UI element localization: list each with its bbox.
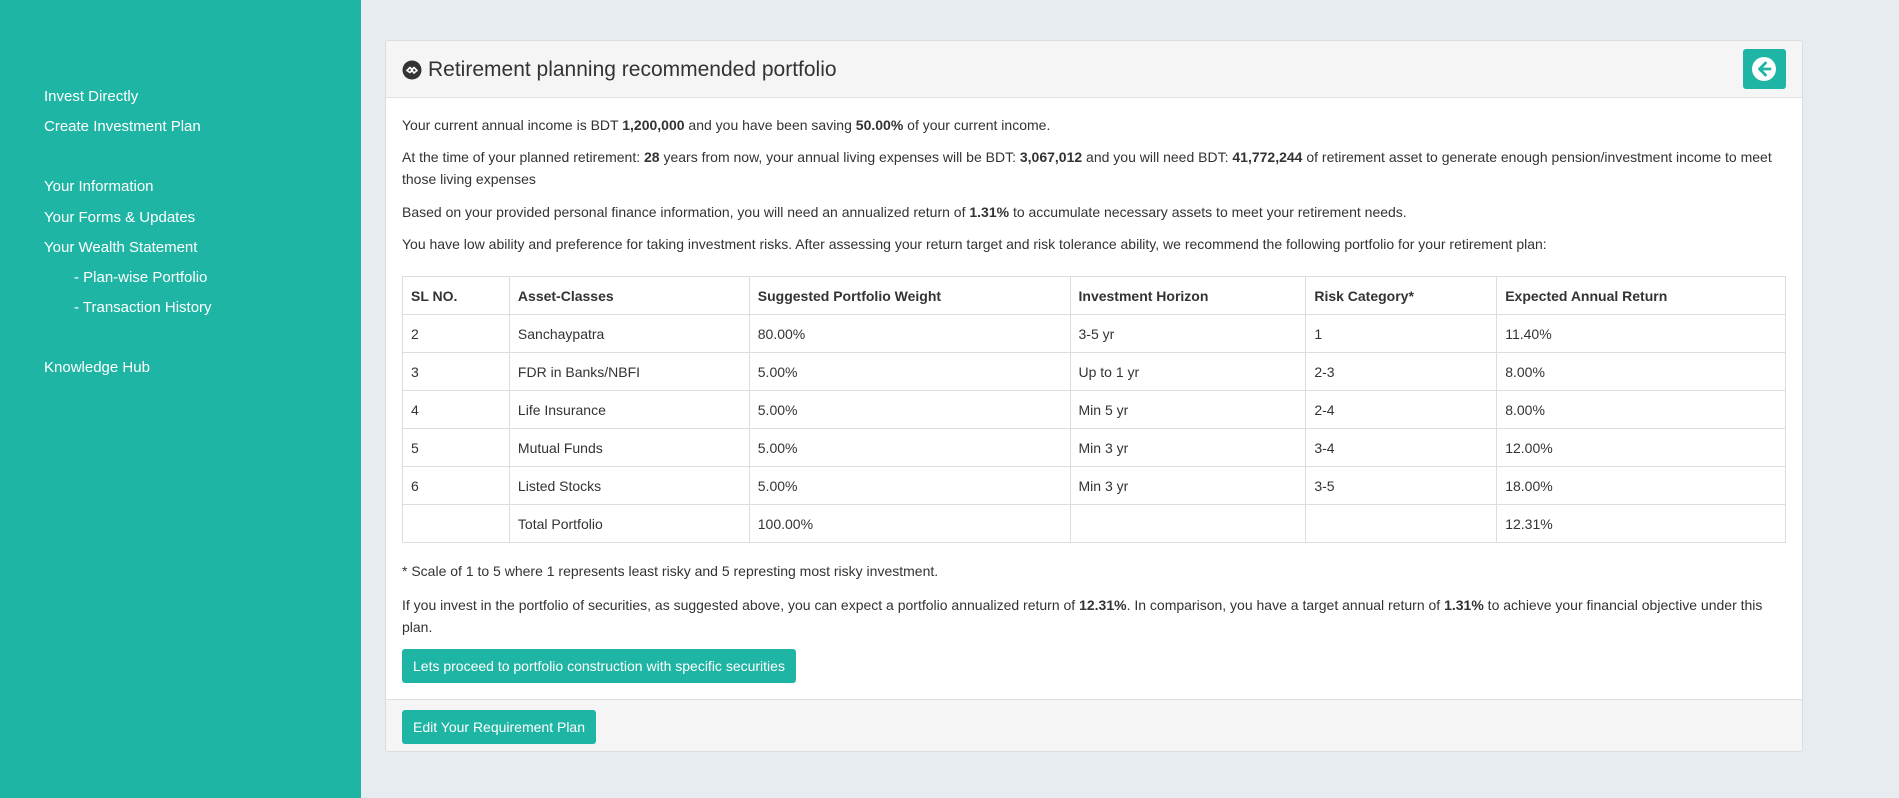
edit-requirement-plan-button[interactable]: Edit Your Requirement Plan <box>402 710 596 744</box>
cell-asset-class: Mutual Funds <box>508 428 750 467</box>
col-header-investment-horizon: Investment Horizon <box>1069 276 1307 315</box>
page-title: Retirement planning recommended portfoli… <box>428 58 837 81</box>
col-header-expected-return: Expected Annual Return <box>1496 276 1786 315</box>
return-comparison: If you invest in the portfolio of securi… <box>402 597 1763 635</box>
sidebar-item-forms-updates[interactable]: Your Forms & Updates <box>44 209 195 226</box>
sidebar-item-invest-directly[interactable]: Invest Directly <box>44 88 138 105</box>
cell-return: 12.00% <box>1496 428 1786 467</box>
cell-weight: 5.00% <box>748 428 1071 467</box>
cell-asset-class: Listed Stocks <box>508 466 750 505</box>
cell-horizon: Up to 1 yr <box>1069 352 1307 391</box>
required-return-summary: Based on your provided personal finance … <box>402 204 1407 220</box>
cell-asset-class: Total Portfolio <box>508 504 750 543</box>
retirement-asset-needed: 41,772,244 <box>1232 149 1303 165</box>
retirement-summary: At the time of your planned retirement: … <box>402 149 1772 187</box>
col-header-portfolio-weight: Suggested Portfolio Weight <box>748 276 1071 315</box>
cell-risk: 3-5 <box>1305 466 1498 505</box>
sidebar: Invest Directly Create Investment Plan Y… <box>0 0 361 798</box>
cell-weight: 5.00% <box>748 466 1071 505</box>
portfolio-table: SL NO. Asset-Classes Suggested Portfolio… <box>402 276 1786 543</box>
panel-header: Retirement planning recommended portfoli… <box>386 41 1802 98</box>
income-summary: Your current annual income is BDT 1,200,… <box>402 117 1051 133</box>
cell-sl-no <box>402 504 510 543</box>
annual-expenses: 3,067,012 <box>1019 149 1083 165</box>
table-row: 5 Mutual Funds 5.00% Min 3 yr 3-4 12.00% <box>402 428 1786 467</box>
cell-return: 11.40% <box>1496 314 1786 353</box>
cell-weight: 100.00% <box>748 504 1071 543</box>
risk-summary: You have low ability and preference for … <box>402 236 1547 252</box>
cell-asset-class: Sanchaypatra <box>508 314 750 353</box>
cell-sl-no: 3 <box>402 352 510 391</box>
cell-sl-no: 4 <box>402 390 510 429</box>
cell-risk: 3-4 <box>1305 428 1498 467</box>
arrow-left-circle-icon <box>1752 57 1776 81</box>
back-button[interactable] <box>1743 49 1786 89</box>
cell-risk: 1 <box>1305 314 1498 353</box>
cell-sl-no: 6 <box>402 466 510 505</box>
cell-horizon <box>1069 504 1307 543</box>
cell-return: 18.00% <box>1496 466 1786 505</box>
table-row: 4 Life Insurance 5.00% Min 5 yr 2-4 8.00… <box>402 390 1786 429</box>
proceed-button-label: Lets proceed to portfolio construction w… <box>413 658 785 674</box>
cell-horizon: Min 5 yr <box>1069 390 1307 429</box>
sidebar-item-transaction-history[interactable]: - Transaction History <box>74 299 212 316</box>
cell-horizon: Min 3 yr <box>1069 428 1307 467</box>
edit-button-label: Edit Your Requirement Plan <box>413 719 585 735</box>
col-header-sl-no: SL NO. <box>402 276 510 315</box>
table-header-row: SL NO. Asset-Classes Suggested Portfolio… <box>402 276 1786 315</box>
portfolio-return: 12.31% <box>1079 597 1127 613</box>
cell-return: 12.31% <box>1496 504 1786 543</box>
table-row: 2 Sanchaypatra 80.00% 3-5 yr 1 11.40% <box>402 314 1786 353</box>
circle-logo-icon <box>402 60 422 80</box>
col-header-asset-classes: Asset-Classes <box>508 276 750 315</box>
sidebar-item-your-information[interactable]: Your Information <box>44 178 154 195</box>
saving-percentage: 50.00% <box>855 117 904 133</box>
sidebar-item-plan-wise-portfolio[interactable]: - Plan-wise Portfolio <box>74 269 207 286</box>
required-return: 1.31% <box>969 204 1010 220</box>
cell-risk: 2-4 <box>1305 390 1498 429</box>
cell-return: 8.00% <box>1496 390 1786 429</box>
sidebar-item-create-investment-plan[interactable]: Create Investment Plan <box>44 118 201 135</box>
cell-risk <box>1305 504 1498 543</box>
col-header-risk-category: Risk Category* <box>1305 276 1498 315</box>
sidebar-item-wealth-statement[interactable]: Your Wealth Statement <box>44 239 197 256</box>
risk-scale-footnote: * Scale of 1 to 5 where 1 represents lea… <box>402 563 939 579</box>
current-income: 1,200,000 <box>622 117 685 133</box>
cell-weight: 5.00% <box>748 390 1071 429</box>
cell-asset-class: FDR in Banks/NBFI <box>508 352 750 391</box>
cell-sl-no: 2 <box>402 314 510 353</box>
cell-horizon: 3-5 yr <box>1069 314 1307 353</box>
table-row: 6 Listed Stocks 5.00% Min 3 yr 3-5 18.00… <box>402 466 1786 505</box>
portfolio-panel: Retirement planning recommended portfoli… <box>385 40 1803 752</box>
target-return: 1.31% <box>1444 597 1484 613</box>
cell-asset-class: Life Insurance <box>508 390 750 429</box>
cell-horizon: Min 3 yr <box>1069 466 1307 505</box>
cell-risk: 2-3 <box>1305 352 1498 391</box>
cell-return: 8.00% <box>1496 352 1786 391</box>
table-row: 3 FDR in Banks/NBFI 5.00% Up to 1 yr 2-3… <box>402 352 1786 391</box>
proceed-button[interactable]: Lets proceed to portfolio construction w… <box>402 649 796 683</box>
cell-sl-no: 5 <box>402 428 510 467</box>
sidebar-item-knowledge-hub[interactable]: Knowledge Hub <box>44 359 150 376</box>
panel-footer: Edit Your Requirement Plan <box>386 699 1802 751</box>
years-to-retirement: 28 <box>644 149 660 165</box>
table-total-row: Total Portfolio 100.00% 12.31% <box>402 504 1786 543</box>
cell-weight: 80.00% <box>748 314 1071 353</box>
cell-weight: 5.00% <box>748 352 1071 391</box>
